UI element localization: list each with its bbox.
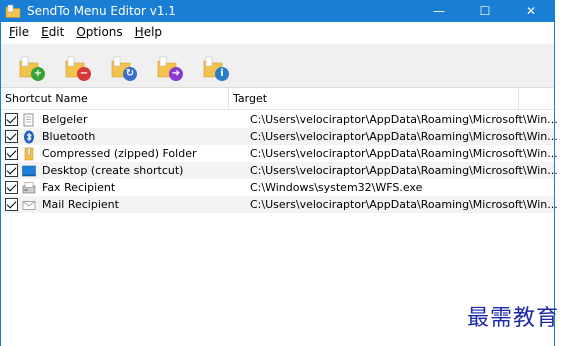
checkbox[interactable] — [5, 198, 18, 211]
window-title: SendTo Menu Editor v1.1 — [27, 4, 176, 18]
shortcut-target: C:\Users\velociraptor\AppData\Roaming\Mi… — [250, 113, 558, 126]
shortcut-target: C:\Users\velociraptor\AppData\Roaming\Mi… — [250, 164, 558, 177]
shortcut-name: Bluetooth — [42, 130, 96, 143]
bluetooth-icon — [22, 130, 36, 144]
remove-shortcut-button[interactable]: − — [65, 51, 91, 81]
checkbox[interactable] — [5, 181, 18, 194]
checkbox[interactable] — [5, 130, 18, 143]
list-item[interactable]: Desktop (create shortcut) C:\Users\veloc… — [1, 162, 558, 179]
shortcut-target: C:\Users\velociraptor\AppData\Roaming\Mi… — [250, 198, 558, 211]
list-item[interactable]: Compressed (zipped) Folder C:\Users\velo… — [1, 145, 558, 162]
shortcut-name: Mail Recipient — [42, 198, 119, 211]
menu-edit[interactable]: Edit — [35, 25, 70, 39]
maximize-button[interactable]: ☐ — [462, 0, 508, 22]
checkbox[interactable] — [5, 147, 18, 160]
close-button[interactable]: ✕ — [508, 0, 554, 22]
app-folder-icon — [5, 3, 21, 19]
column-header-target[interactable]: Target — [229, 87, 519, 110]
open-folder-button[interactable]: ➜ — [157, 51, 183, 81]
shortcut-target: C:\Users\velociraptor\AppData\Roaming\Mi… — [250, 147, 558, 160]
add-shortcut-button[interactable]: + — [19, 51, 45, 81]
menu-file[interactable]: File — [1, 25, 35, 39]
checkbox[interactable] — [5, 113, 18, 126]
menu-options[interactable]: Options — [70, 25, 128, 39]
shortcut-target: C:\Windows\system32\WFS.exe — [250, 181, 423, 194]
add-badge: + — [31, 66, 45, 81]
refresh-button[interactable]: ↻ — [111, 51, 137, 81]
shortcut-name: Fax Recipient — [42, 181, 116, 194]
shortcut-name: Desktop (create shortcut) — [42, 164, 184, 177]
fax-icon — [22, 181, 36, 195]
list-header: Shortcut Name Target — [1, 87, 554, 110]
menu-help[interactable]: Help — [129, 25, 168, 39]
title-bar[interactable]: SendTo Menu Editor v1.1 — ☐ ✕ — [1, 0, 554, 22]
minimize-button[interactable]: — — [416, 0, 462, 22]
document-icon — [22, 113, 36, 127]
shortcut-name: Belgeler — [42, 113, 88, 126]
about-button[interactable]: i — [203, 51, 229, 81]
refresh-badge: ↻ — [123, 66, 137, 81]
list-item[interactable]: Bluetooth C:\Users\velociraptor\AppData\… — [1, 128, 558, 145]
move-badge: ➜ — [169, 66, 183, 81]
desktop-icon — [22, 164, 36, 178]
mail-icon — [22, 198, 36, 212]
list-item[interactable]: Mail Recipient C:\Users\velociraptor\App… — [1, 196, 558, 213]
app-window: SendTo Menu Editor v1.1 — ☐ ✕ File Edit … — [0, 0, 558, 346]
menu-bar: File Edit Options Help — [1, 22, 554, 42]
checkbox[interactable] — [5, 164, 18, 177]
shortcut-target: C:\Users\velociraptor\AppData\Roaming\Mi… — [250, 130, 558, 143]
info-badge: i — [215, 66, 229, 81]
list-item[interactable]: Fax Recipient C:\Windows\system32\WFS.ex… — [1, 179, 554, 196]
watermark-text: 最需教育 — [467, 306, 560, 331]
zip-folder-icon — [22, 147, 36, 161]
column-header-name[interactable]: Shortcut Name — [1, 87, 229, 110]
list-item[interactable]: Belgeler C:\Users\velociraptor\AppData\R… — [1, 111, 558, 128]
remove-badge: − — [77, 66, 91, 81]
shortcut-name: Compressed (zipped) Folder — [42, 147, 197, 160]
toolbar: + − ↻ ➜ i — [1, 44, 554, 88]
